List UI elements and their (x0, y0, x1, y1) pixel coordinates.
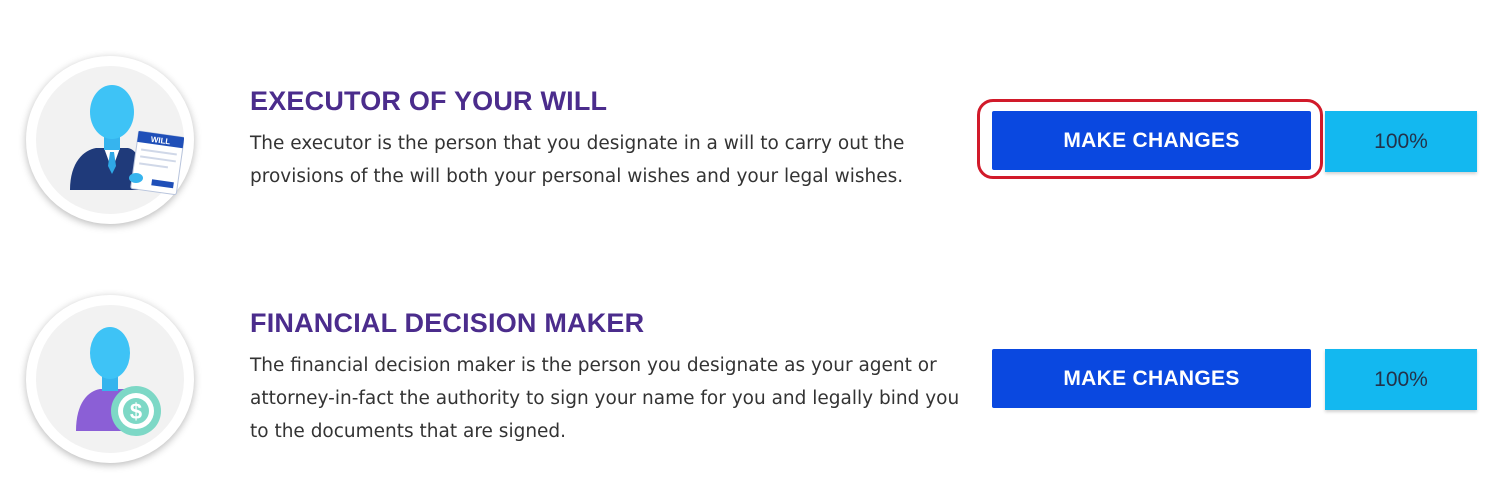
make-changes-button[interactable]: MAKE CHANGES (992, 111, 1311, 170)
section-executor: WILL EXECUTOR OF YOUR WILL The executor … (0, 0, 1503, 245)
section-description: The executor is the person that you desi… (250, 133, 905, 187)
progress-badge: 100% (1325, 349, 1477, 410)
executor-will-icon: WILL (26, 56, 194, 224)
progress-badge: 100% (1325, 111, 1477, 172)
section-title: FINANCIAL DECISION MAKER (250, 308, 645, 338)
make-changes-button[interactable]: MAKE CHANGES (992, 349, 1311, 408)
section-title: EXECUTOR OF YOUR WILL (250, 86, 608, 116)
dollar-icon: $ (130, 399, 142, 424)
section-description: The financial decision maker is the pers… (250, 355, 960, 442)
section-financial-decision-maker: $ FINANCIAL DECISION MAKER The financial… (0, 245, 1503, 492)
financial-decision-maker-icon: $ (26, 295, 194, 463)
